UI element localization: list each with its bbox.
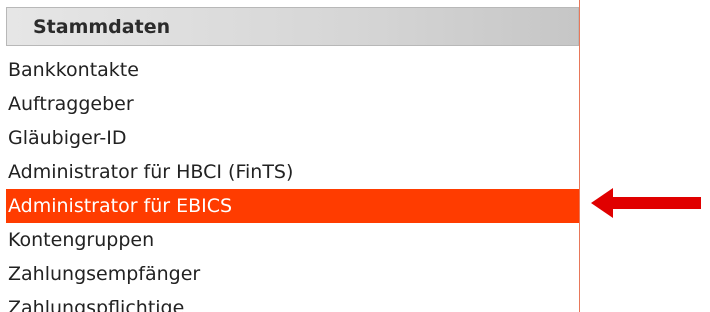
stammdaten-panel: Stammdaten Bankkontakte Auftraggeber Glä… (0, 0, 580, 312)
stammdaten-menu: Bankkontakte Auftraggeber Gläubiger-ID A… (6, 53, 579, 312)
menu-item-zahlungsempfaenger[interactable]: Zahlungsempfänger (6, 257, 579, 291)
menu-item-kontengruppen[interactable]: Kontengruppen (6, 223, 579, 257)
menu-item-bankkontakte[interactable]: Bankkontakte (6, 53, 579, 87)
menu-item-admin-ebics[interactable]: Administrator für EBICS (6, 189, 579, 223)
left-arrow-icon (591, 188, 701, 218)
menu-item-admin-hbci[interactable]: Administrator für HBCI (FinTS) (6, 155, 579, 189)
menu-item-zahlungspflichtige[interactable]: Zahlungspflichtige (6, 291, 579, 312)
menu-item-auftraggeber[interactable]: Auftraggeber (6, 87, 579, 121)
panel-header: Stammdaten (6, 7, 579, 46)
arrow-shape (591, 188, 701, 218)
menu-item-glaeubiger-id[interactable]: Gläubiger-ID (6, 121, 579, 155)
panel-title: Stammdaten (33, 16, 171, 38)
